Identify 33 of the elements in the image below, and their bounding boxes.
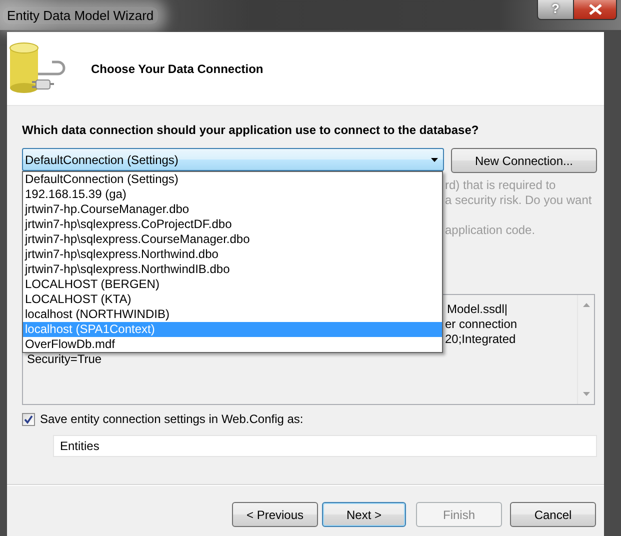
dropdown-option[interactable]: DefaultConnection (Settings): [23, 172, 442, 187]
close-icon: [588, 4, 602, 15]
dropdown-option[interactable]: LOCALHOST (BERGEN): [23, 277, 442, 292]
question-label: Which data connection should your application use to connect to the database?: [22, 123, 480, 138]
dropdown-option[interactable]: localhost (NORTHWINDIB): [23, 307, 442, 322]
dropdown-option[interactable]: jrtwin7-hp.CourseManager.dbo: [23, 202, 442, 217]
dropdown-option[interactable]: jrtwin7-hp\sqlexpress.Northwind.dbo: [23, 247, 442, 262]
dropdown-option[interactable]: jrtwin7-hp\sqlexpress.CoProjectDF.dbo: [23, 217, 442, 232]
entities-input[interactable]: Entities: [53, 435, 597, 457]
warning-text: a security risk. Do you want: [445, 193, 593, 208]
dropdown-option[interactable]: OverFlowDb.mdf: [23, 337, 442, 352]
page-title: Choose Your Data Connection: [91, 62, 264, 76]
save-checkbox-label: Save entity connection settings in Web.Config as:: [40, 412, 304, 426]
previous-button[interactable]: < Previous: [232, 502, 318, 527]
close-button[interactable]: [573, 0, 617, 20]
connection-string-text: Model.ssdl|: [447, 302, 508, 316]
dropdown-option[interactable]: LOCALHOST (KTA): [23, 292, 442, 307]
warning-text: rd) that is required to: [445, 178, 557, 193]
cancel-button[interactable]: Cancel: [510, 502, 596, 527]
check-icon: [24, 414, 33, 424]
dropdown-option[interactable]: 192.168.15.39 (ga): [23, 187, 442, 202]
next-button[interactable]: Next >: [322, 502, 406, 527]
connection-string-text: Security=True: [27, 352, 102, 366]
new-connection-button[interactable]: New Connection...: [451, 148, 597, 173]
dropdown-option[interactable]: jrtwin7-hp\sqlexpress.CourseManager.dbo: [23, 232, 442, 247]
window-title: Entity Data Model Wizard: [3, 7, 158, 24]
caret-icon: [431, 158, 438, 162]
connection-string-text: 20;Integrated: [445, 332, 516, 346]
save-checkbox[interactable]: [22, 412, 35, 426]
connection-dropdown[interactable]: DefaultConnection (Settings): [22, 148, 444, 171]
connection-string-text: er connection: [445, 317, 518, 331]
dropdown-option[interactable]: jrtwin7-hp\sqlexpress.NorthwindIB.dbo: [23, 262, 442, 277]
warning-text: application code.: [445, 223, 536, 238]
